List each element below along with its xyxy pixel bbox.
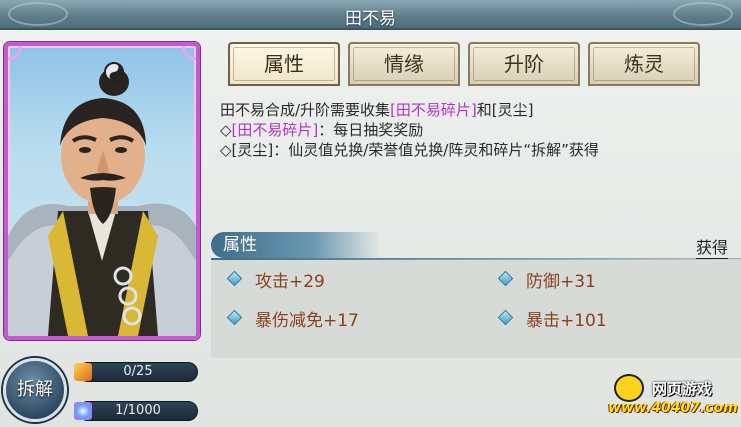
description-line-2: ◇[田不易碎片]：每日抽奖奖励 [220, 119, 423, 140]
mascot-icon [614, 374, 644, 402]
page-title: 田不易 [345, 9, 396, 29]
hero-portrait-image [8, 62, 196, 336]
stat-crit: 暴击+101 [526, 311, 607, 331]
tab-inner-border [233, 47, 335, 81]
tab-bond[interactable]: 情缘 [348, 42, 460, 86]
tab-inner-border [473, 47, 575, 81]
attribute-header: 属性 [211, 232, 381, 258]
fragment-count-bar: 0/25 [78, 362, 198, 382]
desc-text: ：每日抽奖奖励 [318, 121, 424, 139]
puzzle-piece-icon [74, 363, 92, 381]
obtain-link[interactable]: 获得 [696, 234, 729, 259]
dust-count-bar: 1/1000 [78, 401, 198, 421]
description-line-1: 田不易合成/升阶需要收集[田不易碎片]和[灵尘] [220, 99, 534, 120]
site-watermark-logo: 网页游戏 www.40407.com [606, 374, 738, 424]
stat-attack: 攻击+29 [255, 272, 325, 292]
disassemble-button[interactable]: 拆解 [3, 358, 67, 422]
desc-text: 和 [476, 101, 492, 119]
hero-portrait-card[interactable] [4, 42, 200, 340]
watermark-name: 网页游戏 [652, 380, 713, 398]
tab-upgrade[interactable]: 升阶 [468, 42, 580, 86]
attribute-divider [211, 258, 741, 260]
stat-crit-damage-reduction: 暴伤减免+17 [255, 311, 359, 331]
spirit-dust-icon [74, 402, 92, 420]
tab-inner-border [353, 47, 455, 81]
watermark-url: www.40407.com [608, 400, 738, 416]
stat-defense: 防御+31 [526, 272, 596, 292]
dust-count: 1/1000 [115, 403, 161, 418]
description-line-3: ◇[灵尘]：仙灵值兑换/荣誉值兑换/阵灵和碎片“拆解”获得 [220, 139, 599, 160]
fragment-link[interactable]: [田不易碎片] [232, 121, 319, 139]
bullet: ◇ [220, 141, 232, 159]
desc-text: 田不易合成/升阶需要收集 [220, 101, 391, 119]
title-bar: 田不易 [0, 0, 741, 30]
fragment-link[interactable]: [田不易碎片] [390, 101, 477, 119]
tab-refine[interactable]: 炼灵 [588, 42, 700, 86]
dust-link[interactable]: [灵尘] [492, 101, 534, 119]
fragment-count: 0/25 [123, 364, 153, 379]
tab-inner-border [593, 47, 695, 81]
bullet: ◇ [220, 121, 232, 139]
desc-text: [灵尘]：仙灵值兑换/荣誉值兑换/阵灵和碎片“拆解”获得 [231, 141, 599, 159]
tab-attributes[interactable]: 属性 [228, 42, 340, 86]
